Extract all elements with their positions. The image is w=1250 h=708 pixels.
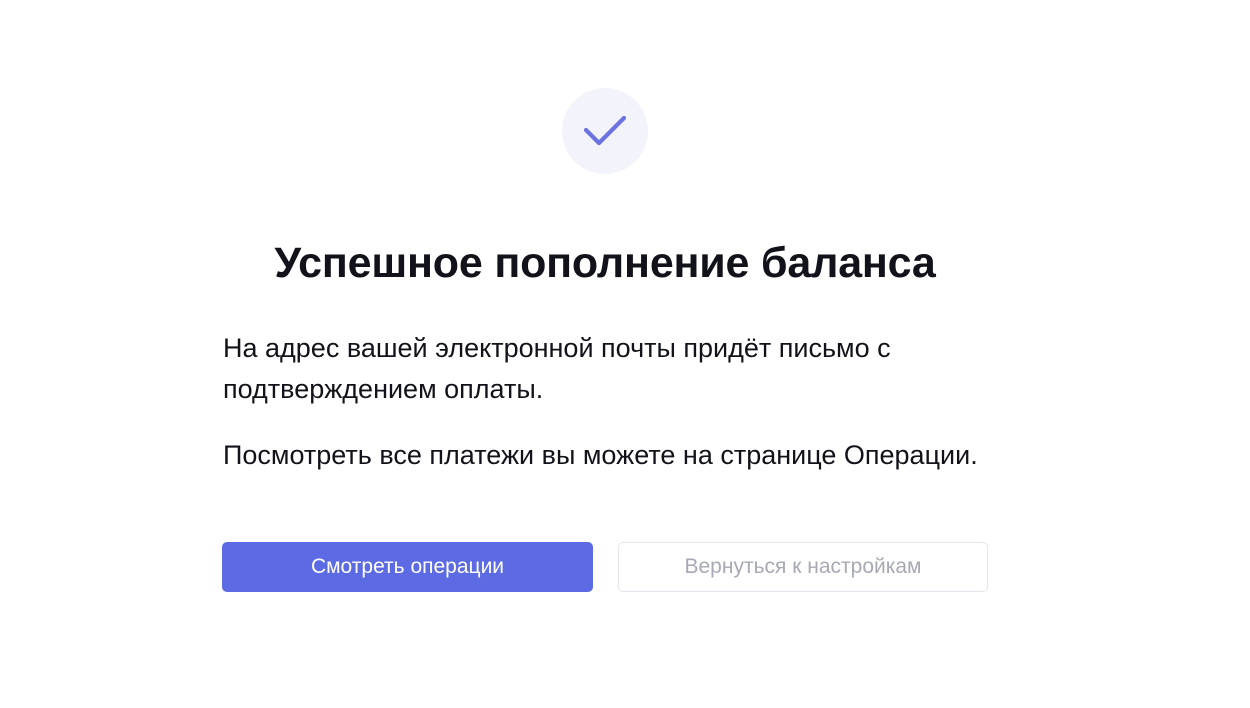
operations-notice-text: Посмотреть все платежи вы можете на стра… [223, 440, 978, 470]
checkmark-icon [583, 115, 627, 146]
view-operations-button[interactable]: Смотреть операции [222, 542, 593, 592]
success-icon-badge [562, 88, 648, 174]
page-title: Успешное пополнение баланса [274, 239, 936, 287]
back-to-settings-button[interactable]: Вернуться к настройкам [618, 542, 988, 592]
payment-success-page: Успешное пополнение баланса На адрес ваш… [0, 0, 1250, 708]
email-notice-text: На адрес вашей электронной почты придёт … [223, 333, 891, 404]
